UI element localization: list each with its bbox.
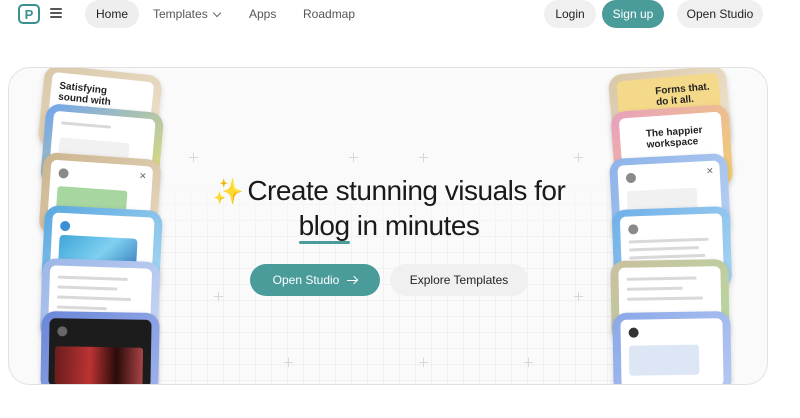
- nav-templates[interactable]: Templates: [142, 0, 231, 28]
- plus-decoration: [419, 358, 428, 367]
- signup-button[interactable]: Sign up: [602, 0, 664, 28]
- template-card[interactable]: [612, 310, 732, 384]
- card-image: [54, 346, 144, 384]
- open-studio-nav-button[interactable]: Open Studio: [677, 0, 763, 28]
- nav-home[interactable]: Home: [85, 0, 140, 28]
- avatar: [625, 172, 637, 184]
- card-preview: [48, 318, 152, 384]
- sparkle-icon: ✨: [212, 178, 244, 206]
- text-line: [56, 305, 107, 311]
- plus-decoration: [189, 153, 198, 162]
- text-line: [628, 237, 709, 244]
- template-card[interactable]: [40, 310, 160, 384]
- plus-decoration: [284, 358, 293, 367]
- text-line: [628, 246, 700, 252]
- headline-line1: Create stunning visuals for: [247, 175, 566, 206]
- nav-apps[interactable]: Apps: [238, 0, 287, 28]
- card-preview: [620, 318, 724, 384]
- text-line: [60, 121, 112, 129]
- open-studio-button[interactable]: Open Studio: [250, 264, 380, 296]
- x-logo-icon: ✕: [138, 170, 147, 182]
- explore-templates-button[interactable]: Explore Templates: [390, 264, 528, 296]
- chevron-down-icon: [212, 8, 221, 18]
- avatar: [58, 168, 69, 179]
- card-text: Forms that. do it all.: [654, 81, 710, 109]
- headline-line2: in minutes: [349, 210, 480, 241]
- hero-headline: ✨ Create stunning visuals for blog in min…: [159, 174, 619, 244]
- plus-decoration: [214, 292, 223, 301]
- text-line: [57, 295, 132, 302]
- text-line: [57, 275, 128, 281]
- hero-section: ✨ Create stunning visuals for blog in min…: [8, 67, 768, 385]
- avatar: [628, 327, 639, 338]
- text-line: [626, 276, 697, 281]
- nav-roadmap[interactable]: Roadmap: [292, 0, 366, 28]
- plus-decoration: [419, 153, 428, 162]
- top-nav: P Home Templates Apps Roadmap Login Sign…: [0, 0, 800, 30]
- avatar: [628, 224, 639, 235]
- open-studio-label: Open Studio: [272, 273, 340, 287]
- text-line: [626, 286, 683, 291]
- arrow-right-icon: [347, 276, 358, 284]
- card-text: The happier workspace: [645, 124, 703, 151]
- card-image: [628, 344, 700, 376]
- plus-decoration: [349, 153, 358, 162]
- avatar: [57, 326, 68, 337]
- avatar: [59, 220, 71, 232]
- text-line: [626, 296, 703, 301]
- plus-decoration: [524, 358, 533, 367]
- headline-highlight-word: blog: [298, 210, 350, 244]
- nav-templates-label: Templates: [153, 7, 208, 21]
- x-logo-icon: ✕: [705, 165, 714, 177]
- plus-decoration: [574, 292, 583, 301]
- menu-icon[interactable]: [50, 8, 62, 18]
- plus-decoration: [574, 153, 583, 162]
- logo-icon[interactable]: P: [18, 4, 40, 24]
- login-button[interactable]: Login: [544, 0, 596, 28]
- text-line: [57, 285, 118, 291]
